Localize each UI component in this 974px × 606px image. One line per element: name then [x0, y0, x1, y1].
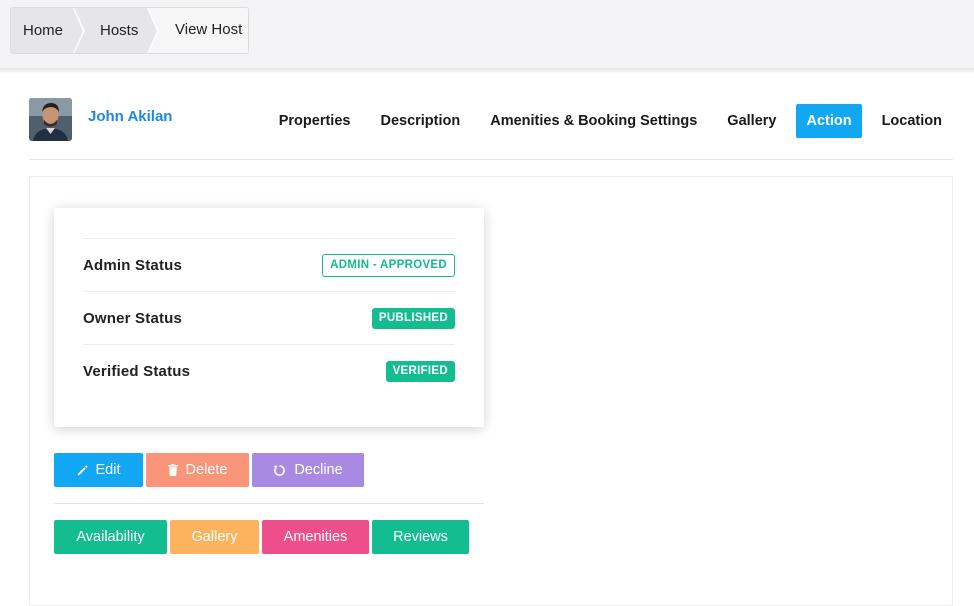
tab-location[interactable]: Location — [872, 104, 952, 138]
decline-button-label: Decline — [294, 462, 343, 478]
refresh-icon — [273, 464, 286, 476]
edit-button-label: Edit — [95, 462, 121, 478]
top-bar: Home Hosts View Host — [0, 0, 974, 74]
admin-status-label: Admin Status — [83, 256, 183, 274]
host-name[interactable]: John Akilan — [88, 108, 172, 125]
status-card: Admin Status ADMIN - APPROVED Owner Stat… — [54, 208, 484, 427]
breadcrumb-hosts-label: Hosts — [100, 22, 139, 39]
tab-description[interactable]: Description — [370, 104, 470, 138]
trash-icon — [167, 464, 178, 476]
tab-properties[interactable]: Properties — [269, 104, 361, 138]
verified-status-label: Verified Status — [83, 362, 191, 380]
verified-status-badge: VERIFIED — [385, 360, 455, 382]
owner-status-badge: PUBLISHED — [371, 307, 455, 329]
availability-button[interactable]: Availability — [54, 520, 167, 554]
tab-amenities-booking-settings[interactable]: Amenities & Booking Settings — [480, 104, 707, 138]
breadcrumb: Home Hosts View Host — [10, 7, 249, 54]
pencil-icon — [77, 464, 88, 475]
breadcrumb-home[interactable]: Home — [11, 8, 85, 53]
breadcrumb-current: View Host — [147, 8, 248, 53]
reviews-button[interactable]: Reviews — [372, 520, 469, 554]
breadcrumb-home-label: Home — [23, 22, 64, 39]
avatar — [29, 98, 72, 141]
delete-button-label: Delete — [185, 462, 228, 478]
owner-status-row: Owner Status PUBLISHED — [83, 291, 455, 344]
decline-button[interactable]: Decline — [252, 453, 364, 487]
delete-button[interactable]: Delete — [146, 453, 249, 487]
host-profile: John Akilan — [29, 98, 172, 141]
breadcrumb-current-label: View Host — [175, 21, 243, 38]
tab-bar: Properties Description Amenities & Booki… — [269, 104, 952, 138]
amenities-button[interactable]: Amenities — [262, 520, 369, 554]
tab-gallery[interactable]: Gallery — [717, 104, 786, 138]
admin-status-badge: ADMIN - APPROVED — [322, 253, 455, 277]
verified-status-row: Verified Status VERIFIED — [83, 344, 455, 397]
gallery-button[interactable]: Gallery — [170, 520, 259, 554]
breadcrumb-separator-fill — [72, 8, 83, 53]
owner-status-label: Owner Status — [83, 309, 183, 327]
edit-button[interactable]: Edit — [54, 453, 143, 487]
buttons-divider — [54, 503, 484, 504]
breadcrumb-separator-fill — [146, 8, 157, 53]
tab-action[interactable]: Action — [796, 104, 862, 138]
avatar-image — [29, 98, 72, 141]
admin-status-row: Admin Status ADMIN - APPROVED — [83, 238, 455, 291]
header-divider — [29, 159, 953, 160]
